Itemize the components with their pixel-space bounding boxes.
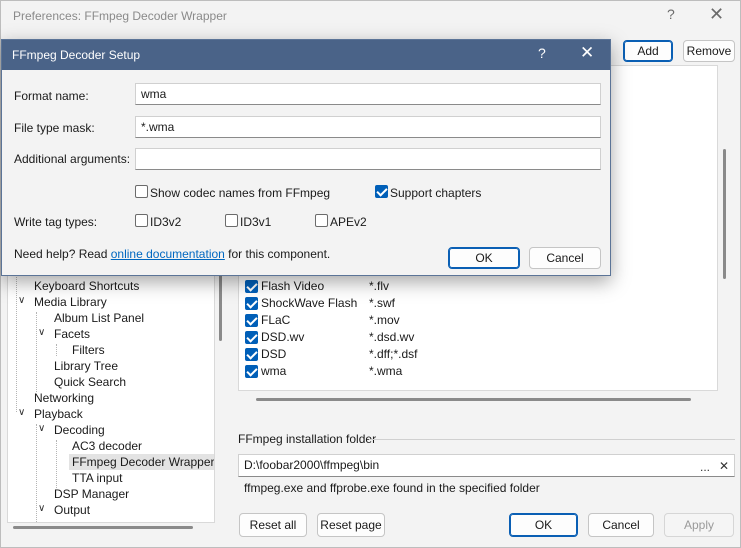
format-mask: *.wma (369, 364, 403, 378)
section-divider (369, 439, 735, 440)
format-name-field[interactable]: wma (135, 83, 601, 105)
list-vertical-scrollbar[interactable] (723, 149, 726, 279)
clear-folder-icon[interactable]: ✕ (719, 459, 729, 473)
format-checkbox[interactable] (245, 280, 258, 293)
cancel-button[interactable]: Cancel (588, 513, 654, 537)
format-name: DSD.wv (261, 330, 305, 344)
dialog-cancel-button[interactable]: Cancel (529, 247, 601, 269)
browse-folder-button[interactable]: ... (700, 460, 710, 474)
list-horizontal-scrollbar[interactable] (256, 398, 691, 401)
id3v2-checkbox[interactable] (135, 214, 148, 227)
ffmpeg-decoder-setup-dialog: FFmpeg Decoder Setup ? ✕ Format name: wm… (1, 39, 611, 276)
tree-guide-line (56, 440, 57, 488)
apev2-label[interactable]: APEv2 (330, 215, 367, 229)
reset-page-button[interactable]: Reset page (317, 513, 385, 537)
tree-guide-line (36, 312, 37, 392)
format-name: Flash Video (261, 279, 325, 293)
tree-item-dsp-manager[interactable]: DSP Manager (54, 486, 129, 502)
help-text: Need help? Read online documentation for… (14, 247, 330, 261)
tree-guide-line (16, 272, 17, 412)
ffmpeg-status-text: ffmpeg.exe and ffprobe.exe found in the … (244, 481, 540, 495)
format-mask: *.swf (369, 296, 396, 310)
close-icon[interactable]: ✕ (709, 4, 724, 25)
tree-item-filters[interactable]: Filters (72, 342, 105, 358)
close-icon[interactable]: ✕ (580, 43, 594, 63)
help-icon[interactable]: ? (667, 6, 675, 22)
format-name-label: Format name: (14, 89, 89, 103)
tree-scrollbar[interactable] (219, 271, 222, 341)
show-codec-names-checkbox[interactable] (135, 185, 148, 198)
support-chapters-label[interactable]: Support chapters (390, 186, 481, 200)
tree-guide-line (56, 344, 57, 356)
chevron-down-icon[interactable]: ∨ (38, 503, 45, 514)
tree-item-keyboard-shortcuts[interactable]: Keyboard Shortcuts (34, 278, 139, 294)
tree-horizontal-scrollbar[interactable] (13, 526, 193, 529)
format-name: wma (261, 364, 287, 378)
tree-item-library-tree[interactable]: Library Tree (54, 358, 118, 374)
tree-item-output[interactable]: Output (54, 502, 90, 518)
format-checkbox[interactable] (245, 348, 258, 361)
tree-item-media-library[interactable]: Media Library (34, 294, 107, 310)
format-mask: *.dff;*.dsf (369, 347, 418, 361)
id3v2-label[interactable]: ID3v2 (150, 215, 181, 229)
chevron-down-icon[interactable]: ∨ (18, 295, 25, 306)
dialog-ok-button[interactable]: OK (448, 247, 520, 269)
help-text-suffix: for this component. (224, 247, 331, 261)
format-name: DSD (261, 347, 287, 361)
tree-item-decoding[interactable]: Decoding (54, 422, 105, 438)
preferences-title: Preferences: FFmpeg Decoder Wrapper (13, 9, 227, 23)
tree-guide-line (36, 424, 37, 522)
additional-arguments-label: Additional arguments: (14, 152, 131, 166)
file-type-mask-label: File type mask: (14, 121, 95, 135)
ffmpeg-folder-section-label: FFmpeg installation folder (238, 432, 377, 446)
format-checkbox[interactable] (245, 297, 258, 310)
tree-item-ffmpeg-decoder-wrapper[interactable]: FFmpeg Decoder Wrapper (69, 454, 214, 470)
format-checkbox[interactable] (245, 314, 258, 327)
add-button[interactable]: Add (623, 40, 673, 62)
format-name: FLaC (261, 313, 291, 327)
tree-item-tta-input[interactable]: TTA input (72, 470, 122, 486)
chevron-down-icon[interactable]: ∨ (18, 407, 25, 418)
show-codec-names-label[interactable]: Show codec names from FFmpeg (150, 186, 330, 200)
help-icon[interactable]: ? (538, 45, 546, 61)
tree-item-ac3-decoder[interactable]: AC3 decoder (72, 438, 142, 454)
write-tag-types-label: Write tag types: (14, 215, 98, 229)
apply-button[interactable]: Apply (664, 513, 734, 537)
online-documentation-link[interactable]: online documentation (111, 247, 225, 261)
file-type-mask-field[interactable]: *.wma (135, 116, 601, 138)
format-name: ShockWave Flash (261, 296, 358, 310)
chevron-down-icon[interactable]: ∨ (38, 423, 45, 434)
reset-all-button[interactable]: Reset all (239, 513, 307, 537)
format-mask: *.dsd.wv (369, 330, 415, 344)
format-mask: *.mov (369, 313, 400, 327)
id3v1-label[interactable]: ID3v1 (240, 215, 271, 229)
format-checkbox[interactable] (245, 365, 258, 378)
ffmpeg-folder-input[interactable]: D:\foobar2000\ffmpeg\bin (238, 454, 735, 477)
tree-item-quick-search[interactable]: Quick Search (54, 374, 126, 390)
dialog-title: FFmpeg Decoder Setup (12, 48, 141, 62)
dialog-titlebar: FFmpeg Decoder Setup ? ✕ (2, 40, 610, 70)
ok-button[interactable]: OK (509, 513, 578, 537)
format-mask: *.flv (369, 279, 390, 293)
tree-item-facets[interactable]: Facets (54, 326, 90, 342)
tree-item-networking[interactable]: Networking (34, 390, 94, 406)
apev2-checkbox[interactable] (315, 214, 328, 227)
support-chapters-checkbox[interactable] (375, 185, 388, 198)
remove-button[interactable]: Remove (683, 40, 735, 62)
id3v1-checkbox[interactable] (225, 214, 238, 227)
preferences-tree: Keyboard Shortcuts ∨ Media Library Album… (7, 271, 215, 523)
tree-item-playback[interactable]: Playback (34, 406, 83, 422)
tree-item-album-list-panel[interactable]: Album List Panel (54, 310, 144, 326)
chevron-down-icon[interactable]: ∨ (38, 327, 45, 338)
format-checkbox[interactable] (245, 331, 258, 344)
help-text-prefix: Need help? Read (14, 247, 111, 261)
preferences-titlebar: Preferences: FFmpeg Decoder Wrapper ? ✕ (1, 1, 740, 33)
additional-arguments-field[interactable] (135, 148, 601, 170)
